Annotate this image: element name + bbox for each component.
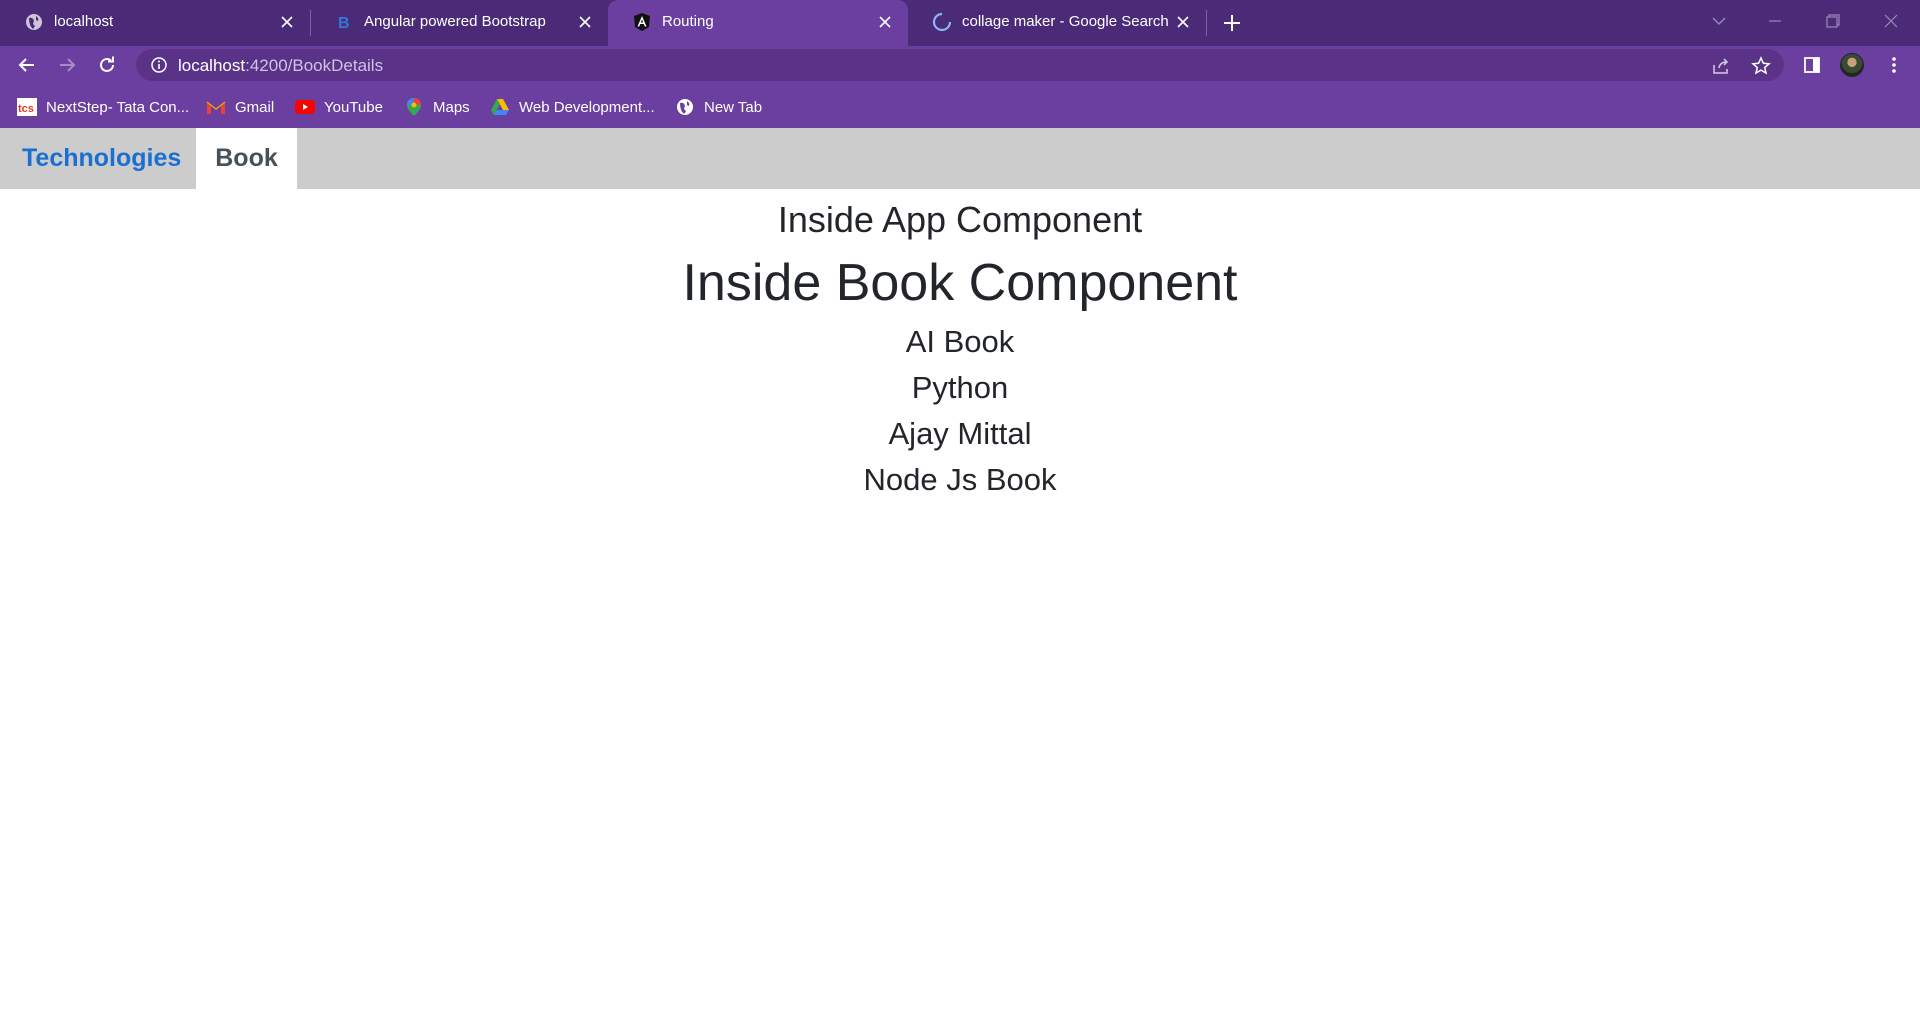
minimize-button[interactable] [1758, 6, 1792, 36]
bookmark-youtube[interactable]: YouTube [295, 96, 383, 118]
tab-collage-maker[interactable]: collage maker - Google Search [908, 0, 1206, 46]
bookmark-label: NextStep- Tata Con... [46, 98, 190, 116]
bookmark-maps[interactable]: Maps [404, 96, 470, 118]
new-tab-button[interactable] [1218, 9, 1246, 37]
bookmark-web-development[interactable]: Web Development... [490, 96, 655, 118]
chevron-down-icon [1712, 17, 1726, 25]
nav-link-technologies[interactable]: Technologies [22, 128, 181, 189]
share-icon[interactable] [1710, 55, 1732, 77]
url-text: localhost:4200/BookDetails [178, 56, 383, 76]
tab-title: collage maker - Google Search [962, 13, 1169, 30]
globe-icon [675, 97, 695, 117]
loading-spinner-icon [932, 12, 952, 32]
maps-icon [404, 97, 424, 117]
arrow-left-icon [18, 58, 34, 72]
tab-angular-bootstrap[interactable]: B Angular powered Bootstrap [310, 0, 608, 46]
reload-icon [100, 56, 114, 72]
bookmark-new-tab[interactable]: New Tab [675, 96, 762, 118]
bookmark-label: Gmail [235, 98, 275, 116]
app-nav-tabs: Technologies Book [0, 128, 1920, 189]
youtube-icon [295, 97, 315, 117]
tab-routing[interactable]: Routing [608, 0, 908, 46]
info-icon[interactable] [150, 56, 168, 74]
reload-button[interactable] [91, 49, 123, 81]
tab-title: Angular powered Bootstrap [364, 13, 546, 30]
bookmark-gmail[interactable]: Gmail [206, 96, 274, 118]
plus-icon [1224, 15, 1240, 31]
bookmarks-bar: tcs NextStep- Tata Con... Gmail YouTube … [0, 84, 1920, 128]
drive-icon [490, 97, 510, 117]
avatar[interactable] [1840, 53, 1864, 77]
more-menu-icon[interactable] [1879, 50, 1909, 80]
close-icon[interactable] [574, 11, 596, 33]
tab-localhost[interactable]: localhost [0, 0, 310, 46]
nav-link-book[interactable]: Book [196, 128, 297, 189]
tab-title: localhost [54, 13, 114, 30]
back-button[interactable] [11, 49, 43, 81]
bookmark-label: Maps [433, 98, 470, 116]
svg-text:B: B [338, 15, 350, 32]
close-icon[interactable] [874, 11, 896, 33]
address-bar[interactable]: localhost:4200/BookDetails [136, 49, 1784, 81]
forward-button[interactable] [51, 49, 83, 81]
restore-icon [1826, 14, 1840, 28]
app-component-heading: Inside App Component [777, 199, 1143, 240]
close-window-button[interactable] [1874, 6, 1908, 36]
close-icon[interactable] [1172, 11, 1194, 33]
bookmark-label: New Tab [704, 98, 763, 116]
book-list-item: AI Book [905, 324, 1015, 359]
restore-button[interactable] [1816, 6, 1850, 36]
tab-separator [1206, 10, 1207, 36]
bootstrap-icon: B [334, 12, 354, 32]
globe-icon [24, 12, 44, 32]
url-host: localhost [178, 56, 246, 75]
book-list-item: Python [911, 370, 1009, 405]
bookmark-label: YouTube [324, 98, 383, 116]
bookmark-label: Web Development... [519, 98, 655, 116]
browser-tab-strip: localhost B Angular powered Bootstrap Ro… [0, 0, 1920, 46]
browser-toolbar: localhost:4200/BookDetails [0, 46, 1920, 84]
url-path: :4200/BookDetails [245, 56, 384, 75]
tab-search-button[interactable] [1702, 6, 1736, 36]
book-component-heading: Inside Book Component [682, 254, 1238, 312]
page-viewport: Technologies Book Inside App Component I… [0, 128, 1920, 1018]
minimize-icon [1769, 20, 1781, 22]
tcs-icon: tcs [17, 97, 37, 117]
arrow-right-icon [60, 58, 76, 72]
svg-text:tcs: tcs [18, 103, 34, 115]
close-icon [1884, 14, 1898, 28]
close-icon[interactable] [276, 11, 298, 33]
bookmark-star-icon[interactable] [1750, 55, 1772, 77]
side-panel-icon[interactable] [1797, 50, 1827, 80]
gmail-icon [206, 97, 226, 117]
bookmark-nextstep[interactable]: tcs NextStep- Tata Con... [17, 96, 189, 118]
book-list-item: Ajay Mittal [888, 416, 1032, 451]
tab-title: Routing [662, 13, 714, 30]
angular-icon [632, 12, 652, 32]
book-list-item: Node Js Book [863, 462, 1057, 497]
